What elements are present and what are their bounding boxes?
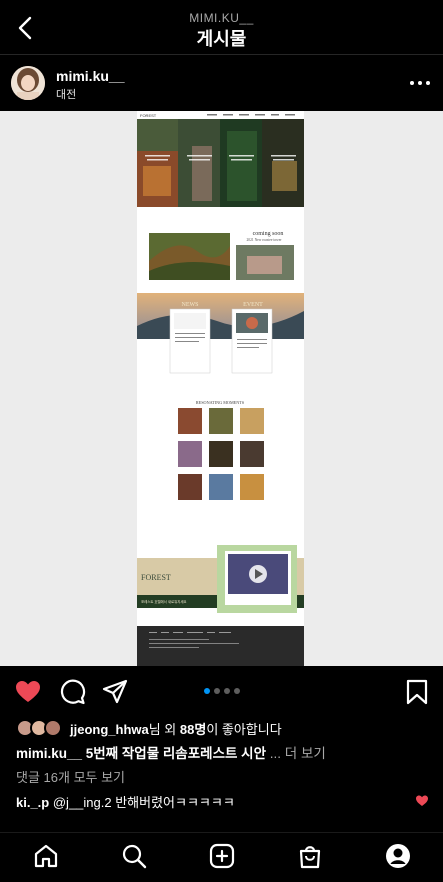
carousel-dot <box>233 688 240 694</box>
website-mockup: FOREST coming soon 2021 New roastee towe… <box>137 111 304 666</box>
mockup-logo: FOREST <box>140 113 157 118</box>
nav-account-name: MIMI.KU__ <box>189 11 254 25</box>
view-all-comments-link[interactable]: 댓글 16개 모두 보기 <box>16 767 125 786</box>
mockup-forest-caption: 포레스트 호텔에서 새로워지세요 <box>141 599 187 604</box>
mockup-coming-soon-sub: 2021 New roastee tower <box>246 238 282 242</box>
profile-icon[interactable] <box>385 843 411 869</box>
likes-count[interactable]: 88명 <box>180 722 206 737</box>
caption-more-link[interactable]: ... 더 보기 <box>266 746 326 761</box>
bottom-tab-bar <box>0 832 443 882</box>
home-icon[interactable] <box>33 843 59 869</box>
likes-text-2: 이 좋아합니다 <box>206 721 282 737</box>
comment-row: ki._.p @j__ing.2 반해버렸어ㅋㅋㅋㅋㅋ <box>16 792 235 811</box>
carousel-dot <box>213 688 220 694</box>
post-image[interactable]: FOREST coming soon 2021 New roastee towe… <box>0 111 443 666</box>
comment-text: @j__ing.2 반해버렸어ㅋㅋㅋㅋㅋ <box>49 795 235 810</box>
search-icon[interactable] <box>121 843 147 869</box>
mockup-coming-soon: coming soon <box>253 231 284 237</box>
caption: mimi.ku__ 5번째 작업물 리솜포레스트 시안 ... 더 보기 <box>16 742 326 762</box>
carousel-dot <box>223 688 230 694</box>
post-username[interactable]: mimi.ku__ <box>56 68 124 84</box>
avatar <box>44 719 62 737</box>
top-nav: MIMI.KU__ 게시물 <box>0 0 443 54</box>
post-location[interactable]: 대전 <box>56 86 76 102</box>
mockup-event-label: EVENT <box>243 302 263 308</box>
caption-text: 5번째 작업물 리솜포레스트 시안 <box>82 746 267 761</box>
carousel-indicator <box>0 688 443 694</box>
page-title: 게시물 <box>196 29 247 49</box>
post-actions <box>0 666 443 716</box>
caption-username[interactable]: mimi.ku__ <box>16 746 82 761</box>
bookmark-icon[interactable] <box>403 678 431 706</box>
post-header: mimi.ku__ 대전 <box>0 55 443 111</box>
shop-icon[interactable] <box>297 843 323 869</box>
mockup-gallery-title: RESONATING MOMENTS <box>196 400 245 405</box>
liker-username[interactable]: jjeong_hhwa <box>70 722 149 737</box>
mockup-forest-label: FOREST <box>141 573 171 582</box>
carousel-dot-active <box>203 688 210 694</box>
comment-like-icon[interactable] <box>415 794 429 808</box>
new-post-icon[interactable] <box>209 843 235 869</box>
likes-row[interactable]: jjeong_hhwa님 외 88명이 좋아합니다 <box>16 717 282 739</box>
more-options-icon[interactable] <box>409 73 431 93</box>
comment-username[interactable]: ki._.p <box>16 795 49 810</box>
liker-avatars <box>16 718 66 738</box>
avatar[interactable] <box>11 66 45 100</box>
mockup-news-label: NEWS <box>182 302 199 308</box>
likes-text-1: 님 외 <box>148 721 180 737</box>
